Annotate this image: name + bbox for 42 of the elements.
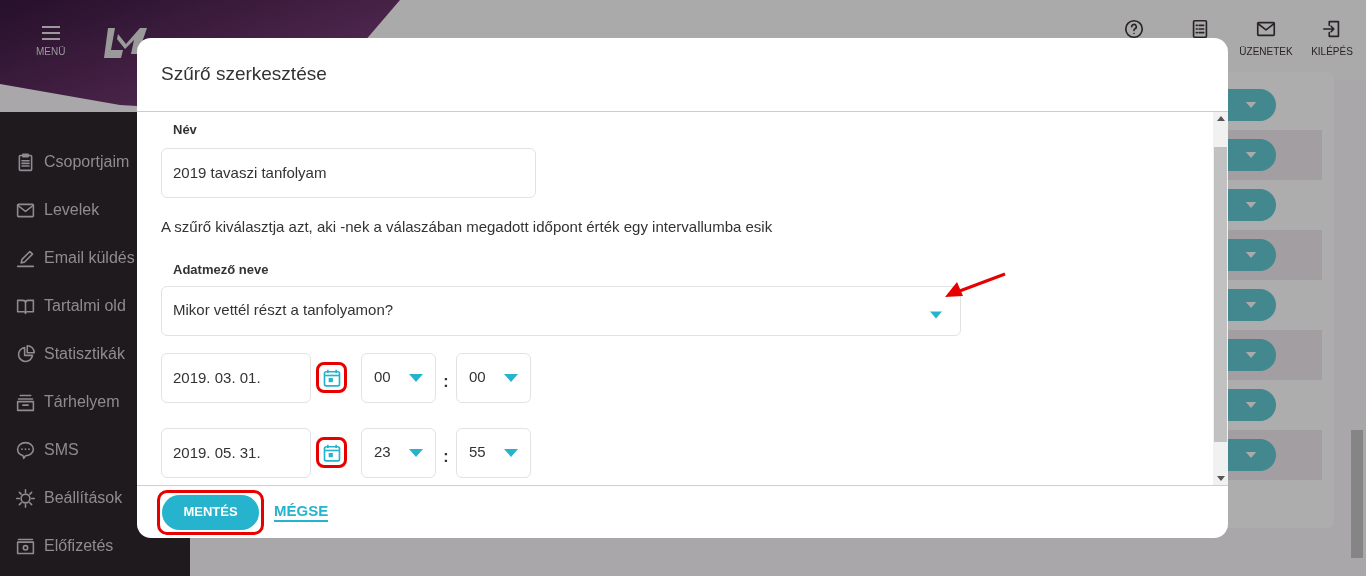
gear-icon [15, 487, 36, 509]
help-icon [1123, 18, 1145, 40]
minute-select[interactable]: 00 [456, 352, 531, 403]
header-button[interactable]: ÜZENETEK [1236, 18, 1296, 59]
caret-icon [1245, 252, 1257, 258]
dialog-scrollbar[interactable] [1213, 112, 1228, 485]
logo-icon [104, 26, 148, 60]
dialog-title: Szűrő szerkesztése [161, 62, 327, 87]
dropdown-caret-icon [504, 448, 518, 457]
field-label: Név [173, 121, 198, 139]
header-button[interactable]: KILÉPÉS [1302, 18, 1362, 59]
hour-select[interactable]: 00 [361, 352, 436, 403]
pie-chart-icon [15, 343, 36, 365]
dropdown-caret-icon [409, 373, 423, 382]
hour-select[interactable]: 23 [361, 427, 436, 478]
time-separator: : [442, 446, 450, 467]
minute-select[interactable]: 55 [456, 427, 531, 478]
dropdown-caret-icon [504, 373, 518, 382]
calendar-button[interactable] [316, 362, 347, 393]
caret-icon [1245, 452, 1257, 458]
caret-icon [1245, 202, 1257, 208]
time-separator: : [442, 371, 450, 392]
scroll-up-icon[interactable] [1216, 116, 1225, 121]
filter-description: A szűrő kiválasztja azt, aki -nek a válaszában megadott időpont érték egy intervallumba esik [161, 216, 774, 237]
name-input[interactable]: 2019 tavaszi tanfolyam [161, 147, 536, 198]
field-label: Adatmező neve [173, 261, 270, 279]
dropdown-caret-icon [930, 310, 942, 319]
field-select[interactable]: Mikor vettél részt a tanfolyamon? [161, 285, 961, 336]
dropdown-caret-icon [409, 448, 423, 457]
caret-icon [1245, 302, 1257, 308]
calendar-button[interactable] [316, 437, 347, 468]
date-input[interactable]: 2019. 05. 31. [161, 427, 311, 478]
caret-icon [1245, 402, 1257, 408]
menu-label: MENÜ [36, 45, 66, 59]
caret-icon [1245, 352, 1257, 358]
caret-icon [1245, 152, 1257, 158]
menu-icon [40, 26, 61, 40]
scroll-down-icon[interactable] [1216, 476, 1225, 481]
chat-icon [15, 439, 36, 461]
sidebar-item[interactable]: Előfizetés [0, 531, 190, 561]
date-input[interactable]: 2019. 03. 01. [161, 352, 311, 403]
caret-icon [1245, 102, 1257, 108]
